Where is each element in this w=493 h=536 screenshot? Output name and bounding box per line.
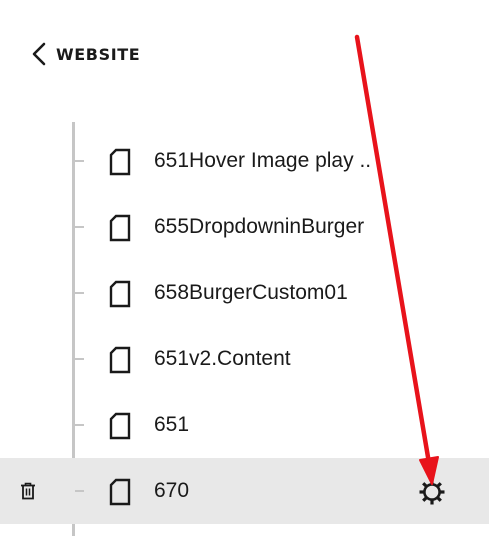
tree-branch-tick [75, 358, 84, 360]
page-title: 658BurgerCustom01 [154, 281, 348, 304]
page-title: 655DropdowninBurger [154, 215, 365, 238]
back-to-website-link[interactable]: WEBSITE [30, 40, 140, 68]
back-link-label: WEBSITE [56, 44, 141, 64]
page-icon [109, 280, 131, 308]
page-item[interactable]: 655DropdowninBurger [0, 194, 493, 260]
page-list: 651Hover Image play .. 655DropdowninBurg… [0, 128, 493, 524]
page-item[interactable]: 658BurgerCustom01 [0, 260, 493, 326]
page-icon [109, 346, 131, 374]
page-title: 670 [154, 479, 190, 502]
page-title: 651 [154, 413, 190, 436]
delete-page-button[interactable] [17, 480, 39, 502]
page-icon [109, 148, 131, 176]
page-title: 651v2.Content [154, 347, 291, 370]
tree-branch-tick [75, 292, 84, 294]
page-item[interactable]: 651v2.Content [0, 326, 493, 392]
chevron-left-icon [32, 42, 46, 66]
page-item-selected[interactable]: 670 [0, 458, 489, 524]
page-item[interactable]: 651 [0, 392, 493, 458]
tree-branch-tick [75, 424, 84, 426]
tree-branch-tick [75, 226, 84, 228]
page-icon [109, 214, 131, 242]
page-icon [109, 412, 131, 440]
page-title: 651Hover Image play .. [154, 149, 372, 172]
tree-branch-tick [75, 490, 84, 492]
trash-icon [21, 482, 35, 500]
page-item[interactable]: 651Hover Image play .. [0, 128, 493, 194]
page-settings-button[interactable] [417, 477, 447, 507]
gear-icon [419, 479, 445, 505]
page-icon [109, 478, 131, 506]
tree-branch-tick [75, 160, 84, 162]
